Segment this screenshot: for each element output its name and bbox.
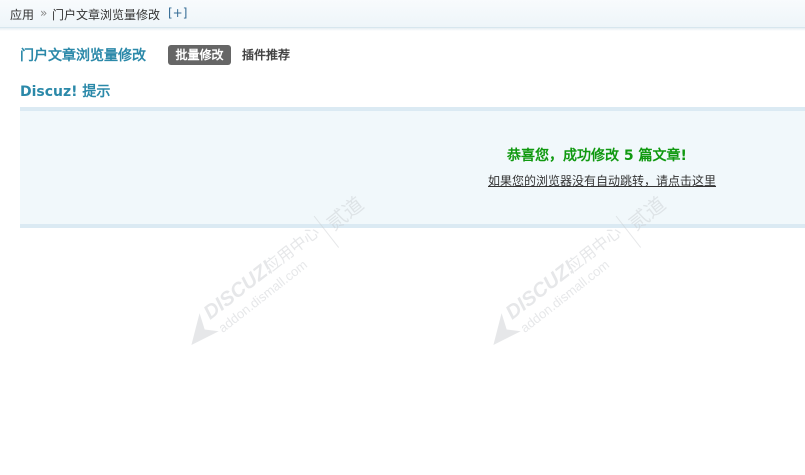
add-shortcut-button[interactable]: [+] [168, 6, 187, 20]
watermark-brand: DISCUZ! [200, 257, 278, 324]
breadcrumb: 应用 » 门户文章浏览量修改 [+] [0, 0, 805, 28]
breadcrumb-shadow [0, 28, 805, 31]
watermark-url: addon.dismall.com [215, 257, 310, 336]
watermark-url: addon.dismall.com [517, 257, 612, 336]
watermark-app-center: 应用中心 [563, 222, 625, 276]
breadcrumb-separator: » [40, 6, 48, 20]
watermark-app-center: 应用中心 [261, 222, 323, 276]
watermark-brand: DISCUZ! [502, 257, 580, 324]
tab-plugin-recommend[interactable]: 插件推荐 [242, 45, 290, 65]
breadcrumb-current: 门户文章浏览量修改 [52, 8, 161, 22]
redirect-link[interactable]: 如果您的浏览器没有自动跳转，请点击这里 [488, 172, 716, 189]
success-message: 恭喜您，成功修改 5 篇文章! [507, 148, 687, 164]
breadcrumb-root[interactable]: 应用 [10, 6, 34, 23]
message-box: 恭喜您，成功修改 5 篇文章! 如果您的浏览器没有自动跳转，请点击这里 [20, 107, 805, 228]
page-title: 门户文章浏览量修改 [20, 48, 146, 64]
tab-batch-edit[interactable]: 批量修改 [168, 45, 231, 65]
section-title: Discuz! 提示 [20, 84, 111, 100]
